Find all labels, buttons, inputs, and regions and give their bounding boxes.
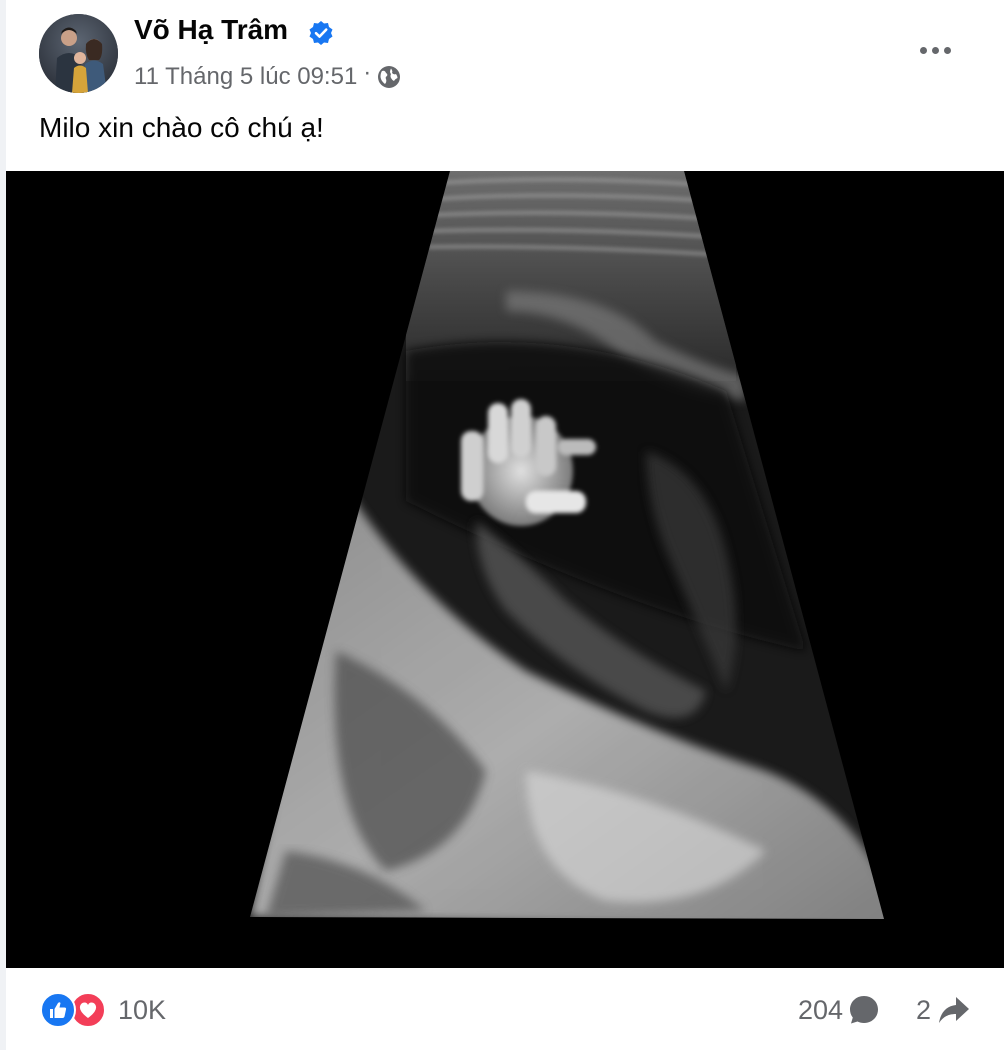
reactions-summary[interactable]: 10K: [40, 990, 166, 1030]
post-footer: 10K 204 2: [6, 968, 1004, 1050]
post-meta: 11 Tháng 5 lúc 09:51 ·: [134, 59, 401, 92]
verified-badge-icon: [308, 20, 334, 46]
comments-count-link[interactable]: 204: [798, 990, 881, 1030]
share-count: 2: [916, 994, 932, 1025]
meta-separator: ·: [363, 59, 372, 86]
comment-icon: [847, 993, 881, 1027]
reaction-count: 10K: [118, 994, 167, 1025]
more-options-button[interactable]: [911, 32, 959, 68]
more-dot-icon: [919, 46, 927, 54]
post-photo-ultrasound[interactable]: [6, 171, 1004, 968]
post-timestamp[interactable]: 11 Tháng 5 lúc 09:51: [134, 63, 357, 91]
post-header: Võ Hạ Trâm 11 Tháng 5 lúc 09:51 ·: [6, 0, 1004, 100]
shares-count-link[interactable]: 2: [916, 990, 971, 1030]
post-text: Milo xin chào cô chú ạ!: [39, 112, 324, 143]
post-card: Võ Hạ Trâm 11 Tháng 5 lúc 09:51 · Milo x…: [6, 0, 1004, 1050]
comment-count: 204: [798, 994, 844, 1025]
more-dot-icon: [943, 46, 951, 54]
more-dot-icon: [931, 46, 939, 54]
globe-icon[interactable]: [377, 65, 401, 89]
share-icon: [937, 993, 971, 1027]
author-avatar[interactable]: [39, 14, 118, 93]
like-reaction-icon: [40, 992, 76, 1028]
author-name[interactable]: Võ Hạ Trâm: [134, 14, 288, 46]
